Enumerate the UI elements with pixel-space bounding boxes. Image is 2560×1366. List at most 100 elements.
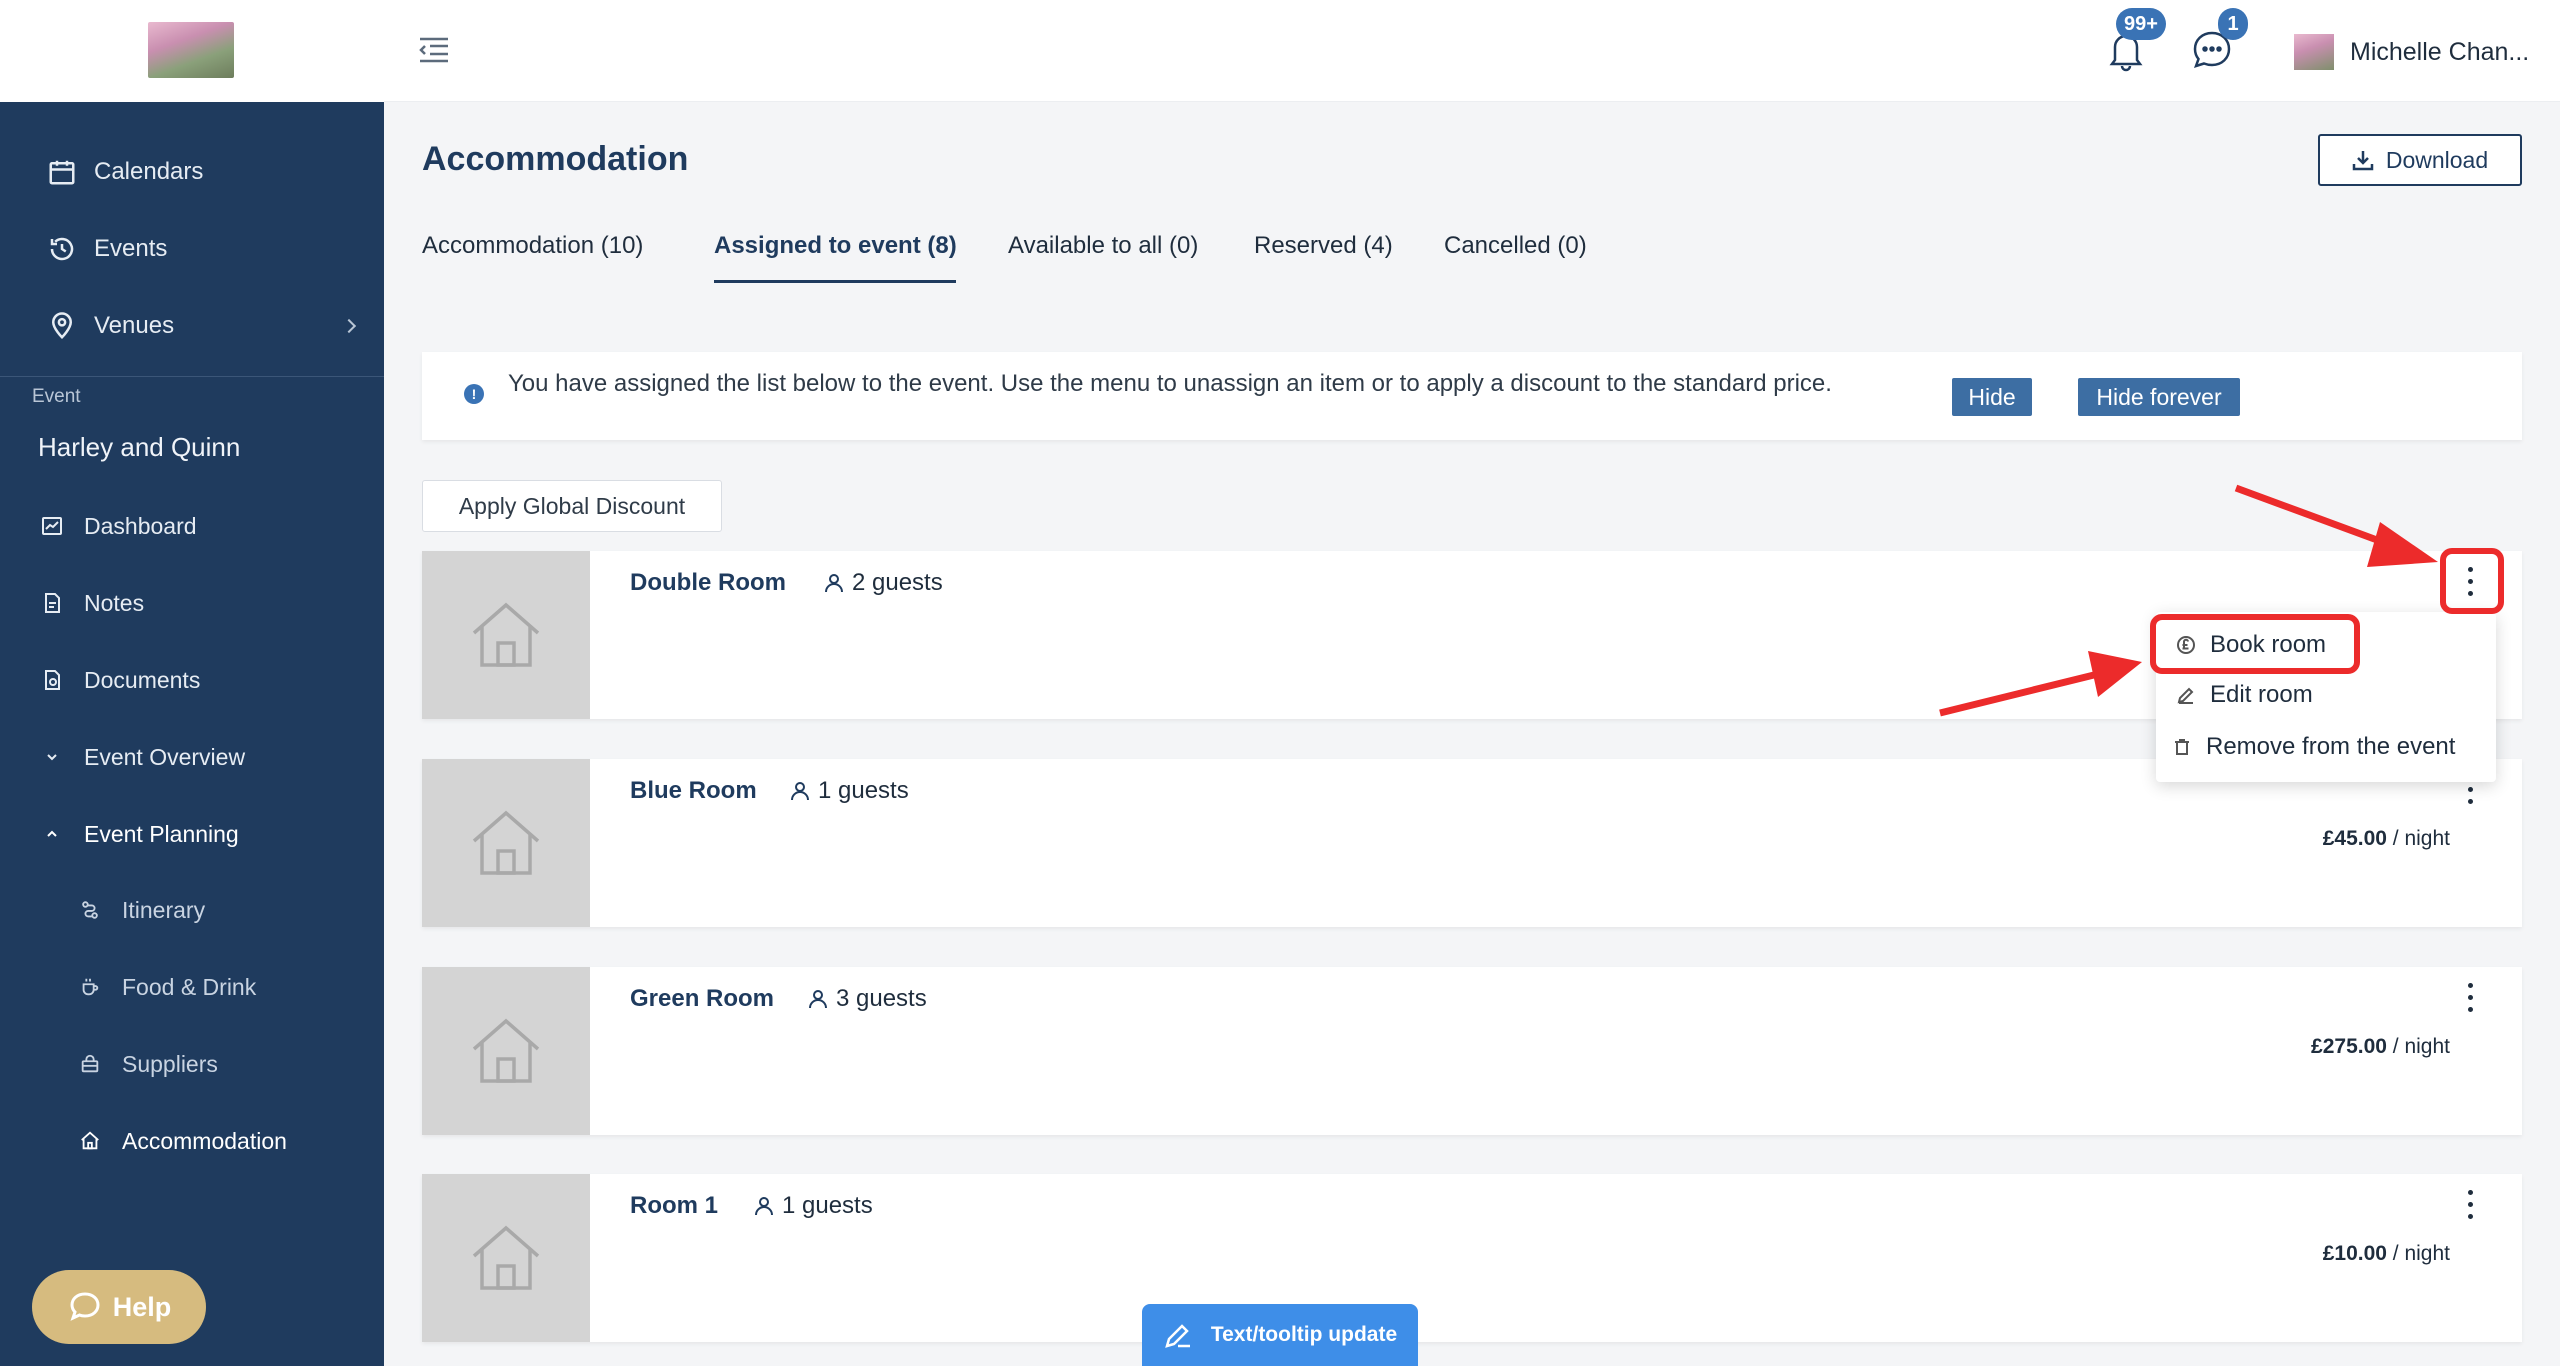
nav-item-suppliers[interactable]: Suppliers (0, 1034, 384, 1094)
room-name[interactable]: Room 1 (630, 1192, 718, 1220)
guests-label: 1 guests (818, 777, 909, 804)
nav-label: Accommodation (122, 1127, 287, 1154)
person-icon (791, 782, 809, 801)
nav-item-events[interactable]: Events (0, 219, 384, 279)
nav-item-event-overview[interactable]: Event Overview (0, 727, 384, 787)
room-guests: 1 guests (752, 1192, 873, 1220)
help-label: Help (112, 1291, 172, 1322)
room-name[interactable]: Double Room (630, 569, 786, 597)
nav-label: Dashboard (84, 512, 197, 539)
person-icon (809, 990, 827, 1009)
download-button[interactable]: Download (2318, 134, 2522, 186)
info-text: You have assigned the list below to the … (508, 370, 1832, 397)
nav-label: Event Overview (84, 743, 246, 770)
location-pin-icon (46, 310, 78, 342)
room-card[interactable]: Green Room 3 guests £275.00 / night (422, 967, 2522, 1135)
room-name[interactable]: Blue Room (630, 777, 757, 805)
nav-label: Itinerary (122, 896, 206, 923)
more-options-icon[interactable] (2462, 1190, 2478, 1228)
room-card[interactable]: Room 1 1 guests £10.00 / night (422, 1174, 2522, 1342)
nav-label: Venues (94, 312, 175, 339)
chevron-up-icon (36, 818, 68, 850)
user-name[interactable]: Michelle Chan... (2350, 38, 2529, 67)
nav-label: Event Planning (84, 820, 239, 847)
house-placeholder-icon (472, 1225, 540, 1290)
guests-label: 3 guests (836, 985, 927, 1012)
tab-available-to-all[interactable]: Available to all (0) (1008, 232, 1198, 260)
person-icon (825, 574, 843, 593)
tooltip-update-label: Text/tooltip update (1210, 1323, 1398, 1346)
nav-label: Food & Drink (122, 973, 257, 1000)
guests-label: 2 guests (852, 569, 943, 596)
menu-collapse-icon[interactable] (418, 36, 450, 64)
top-bar: 99+ 1 Michelle Chan... (384, 0, 2560, 102)
page-title: Accommodation (422, 140, 689, 178)
menu-item-edit-room[interactable]: Edit room (2156, 670, 2496, 720)
nav-item-food-drink[interactable]: Food & Drink (0, 957, 384, 1017)
nav-item-event-planning[interactable]: Event Planning (0, 804, 384, 864)
hide-forever-button[interactable]: Hide forever (2078, 378, 2240, 416)
house-placeholder-icon (472, 602, 540, 667)
nav-label: Notes (84, 589, 145, 616)
nav-item-itinerary[interactable]: Itinerary (0, 880, 384, 940)
nav-label: Events (94, 235, 168, 262)
room-thumbnail (422, 759, 590, 927)
price-unit: / night (2386, 1242, 2450, 1265)
tab-reserved[interactable]: Reserved (4) (1254, 232, 1393, 260)
apply-global-discount-button[interactable]: Apply Global Discount (422, 480, 722, 532)
room-thumbnail (422, 967, 590, 1135)
annotation-highlight-kebab (2440, 548, 2504, 614)
tab-accommodation[interactable]: Accommodation (10) (422, 232, 643, 260)
home-icon (74, 1125, 106, 1157)
active-tab-indicator (714, 280, 956, 283)
menu-item-label: Edit room (2210, 681, 2313, 708)
chevron-right-icon (341, 318, 357, 334)
event-name[interactable]: Harley and Quinn (38, 432, 240, 463)
room-card[interactable]: Blue Room 1 guests £45.00 / night (422, 759, 2522, 927)
more-options-icon[interactable] (2462, 983, 2478, 1021)
price-unit: / night (2386, 1035, 2450, 1058)
help-button[interactable]: Help (32, 1270, 206, 1344)
guests-label: 1 guests (782, 1192, 873, 1219)
company-logo[interactable] (148, 22, 234, 78)
room-name[interactable]: Green Room (630, 985, 774, 1013)
note-icon (36, 587, 68, 619)
nav-label: Calendars (94, 158, 204, 185)
price-unit: / night (2386, 827, 2450, 850)
messages-badge: 1 (2218, 8, 2248, 40)
price-value: £275.00 (2311, 1035, 2387, 1058)
clock-history-icon (46, 233, 78, 265)
person-icon (755, 1197, 773, 1216)
chart-icon (36, 510, 68, 542)
annotation-highlight-book-room (2150, 614, 2360, 674)
nav-item-accommodation[interactable]: Accommodation (0, 1111, 384, 1171)
nav-item-venues[interactable]: Venues (0, 296, 384, 356)
menu-item-remove-from-event[interactable]: Remove from the event (2156, 722, 2496, 772)
room-price: £10.00 / night (2323, 1242, 2450, 1266)
nav-label: Suppliers (122, 1050, 218, 1077)
chevron-down-icon (36, 741, 68, 773)
price-value: £45.00 (2322, 827, 2387, 850)
info-banner: ! You have assigned the list below to th… (422, 352, 2522, 440)
coffee-icon (74, 971, 106, 1003)
logo-area (0, 0, 384, 102)
download-label: Download (2385, 146, 2489, 173)
route-icon (74, 894, 106, 926)
tab-assigned-to-event[interactable]: Assigned to event (8) (714, 232, 957, 260)
nav-item-calendars[interactable]: Calendars (0, 142, 384, 202)
room-price: £275.00 / night (2311, 1035, 2450, 1059)
nav-item-documents[interactable]: Documents (0, 650, 384, 710)
trash-icon (2175, 739, 2189, 755)
tab-cancelled[interactable]: Cancelled (0) (1444, 232, 1587, 260)
section-label: Event (32, 386, 81, 407)
room-price: £45.00 / night (2323, 827, 2450, 851)
text-tooltip-update-button[interactable]: Text/tooltip update (1142, 1304, 1418, 1366)
nav-item-notes[interactable]: Notes (0, 573, 384, 633)
download-icon (2352, 151, 2374, 171)
room-guests: 3 guests (806, 985, 927, 1013)
menu-item-label: Remove from the event (2206, 733, 2456, 760)
nav-item-dashboard[interactable]: Dashboard (0, 496, 384, 556)
user-avatar[interactable] (2294, 34, 2334, 70)
hide-button[interactable]: Hide (1952, 378, 2032, 416)
notifications-badge: 99+ (2116, 8, 2166, 40)
